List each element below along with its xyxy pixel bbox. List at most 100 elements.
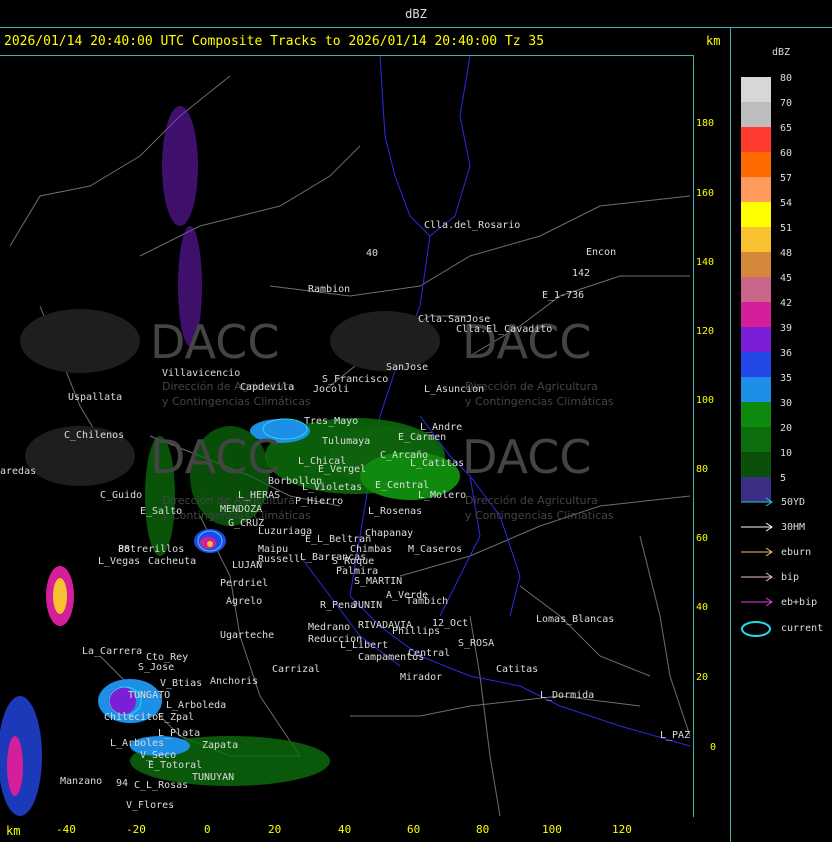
place-label: Encon	[586, 247, 617, 258]
x-tick: 20	[268, 823, 282, 836]
x-tick: 100	[542, 823, 562, 836]
arrow-icon	[741, 547, 773, 557]
place-label: Chapanay	[365, 528, 414, 539]
watermark-line1: Dirección de Agricultura	[465, 494, 598, 507]
place-label: L_PAZ	[660, 730, 691, 741]
place-label: Villavicencio	[162, 368, 241, 379]
place-label: L_HERAS	[238, 490, 281, 501]
x-tick: 0	[204, 823, 211, 836]
legend-swatch: 36	[741, 348, 792, 377]
x-tick: -20	[126, 823, 146, 836]
place-label: L_Violetas	[302, 482, 363, 493]
place-label: E_Totoral	[148, 760, 203, 771]
legend-swatch: 20	[741, 423, 792, 452]
x-tick: 120	[612, 823, 632, 836]
place-label: SanJose	[386, 362, 429, 373]
place-label: Agrelo	[226, 596, 263, 607]
legend-value: 65	[780, 123, 793, 134]
place-label: L_Rosenas	[368, 506, 423, 517]
place-label: L_Arboles	[110, 738, 165, 749]
legend-swatch: 57	[741, 173, 792, 202]
legend-value: 30	[780, 398, 793, 409]
watermark-logo	[20, 309, 140, 373]
arrow-icon	[741, 572, 773, 582]
legend-value: 48	[780, 248, 793, 259]
place-label: L_Plata	[158, 728, 201, 739]
place-label: TUNGATO	[128, 690, 171, 701]
legend-value: 5	[780, 473, 787, 484]
echo-cell	[7, 736, 23, 796]
watermark-line2: y Contingencias Climáticas	[465, 395, 614, 408]
legend-value: 20	[780, 423, 793, 434]
track-legend-item: bip	[741, 572, 831, 585]
dbz-color-scale: 80 70 65 60 57 54 51 48 45 42 39 36 35 3…	[741, 73, 792, 502]
place-label: E_Vergel	[318, 464, 367, 475]
legend-value: 54	[780, 198, 793, 209]
y-tick: 160	[696, 188, 715, 199]
legend-value: 70	[780, 98, 793, 109]
place-label: V_Flores	[126, 800, 175, 811]
y-tick: 40	[696, 602, 709, 613]
ellipse-icon	[741, 621, 771, 637]
legend-swatch: 51	[741, 223, 792, 252]
map-subtitle: 2026/01/14 20:40:00 UTC Composite Tracks…	[4, 34, 545, 49]
place-label: 88	[118, 544, 131, 555]
place-label: Uspallata	[68, 392, 123, 403]
x-tick: 60	[407, 823, 421, 836]
place-label: L_Molero	[418, 490, 467, 501]
place-label: Phillips	[392, 626, 441, 637]
watermark-line2: y Contingencias Climáticas	[162, 395, 311, 408]
x-tick: 80	[476, 823, 490, 836]
legend-swatch: 48	[741, 248, 792, 277]
x-tick: 40	[338, 823, 352, 836]
track-legend-item: eburn	[741, 547, 831, 560]
legend-value: 10	[780, 448, 793, 459]
y-tick: 20	[696, 672, 709, 683]
place-label: La_Carrera	[82, 646, 143, 657]
river-line	[379, 56, 471, 237]
province-border	[269, 195, 691, 297]
echo-cell	[162, 106, 198, 226]
arrow-icon	[741, 597, 773, 607]
legend-swatch: 45	[741, 273, 792, 302]
place-label: S_MARTIN	[354, 576, 403, 587]
place-label: Tres_Mayo	[304, 416, 359, 427]
place-label: E_Zpal	[158, 712, 195, 723]
y-tick: 140	[696, 257, 715, 268]
place-label: JUNIN	[352, 600, 383, 611]
place-label: 40	[366, 248, 379, 259]
watermark-line2: y Contingencias Climáticas	[465, 509, 614, 522]
place-label: 142	[572, 268, 591, 279]
place-label: Mirador	[400, 672, 443, 683]
place-label: Medrano	[308, 622, 351, 633]
legend-value: 35	[780, 373, 793, 384]
place-label: Russell	[258, 554, 301, 565]
place-label: L_Andre	[420, 422, 463, 433]
track-legend-item: eb+bip	[741, 597, 831, 610]
legend-swatch: 54	[741, 198, 792, 227]
place-label: S_ROSA	[458, 638, 495, 649]
province-border	[519, 585, 651, 677]
y-tick: 0	[710, 742, 717, 753]
place-label: C_Guido	[100, 490, 143, 501]
x-tick: -40	[56, 823, 76, 836]
legend-value: 51	[780, 223, 793, 234]
watermark-brand: DACC	[150, 315, 280, 369]
echo-cell	[53, 578, 67, 614]
arrow-icon	[741, 522, 773, 532]
km-label-top: km	[706, 34, 721, 48]
place-label: Catitas	[496, 664, 539, 675]
y-tick: 100	[696, 395, 715, 406]
place-label: Manzano	[60, 776, 103, 787]
place-label: S_Jose	[138, 662, 175, 673]
place-label: L_Vegas	[98, 556, 141, 567]
place-label: L_Catitas	[410, 458, 465, 469]
place-label: Chilecito	[104, 712, 159, 723]
watermark-brand: DACC	[462, 430, 592, 484]
legend-swatch: 80	[741, 73, 792, 102]
legend-value: 60	[780, 148, 793, 159]
place-label: P_Hierro	[295, 496, 344, 507]
place-label: E_Carmen	[398, 432, 447, 443]
legend-swatch: 42	[741, 298, 792, 327]
track-label: 30HM	[781, 522, 806, 533]
